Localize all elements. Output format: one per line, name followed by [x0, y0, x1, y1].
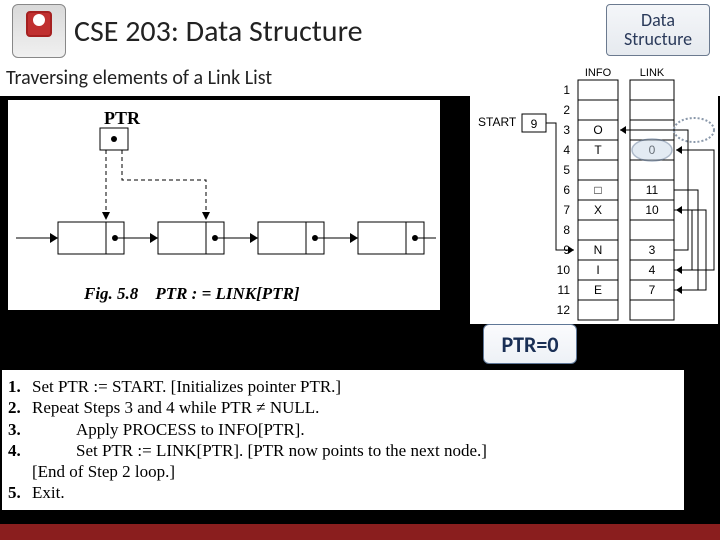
node-1 [58, 222, 158, 254]
link-cell: 10 [645, 203, 659, 217]
row-num: 8 [563, 223, 570, 237]
row-num: 11 [558, 283, 571, 297]
info-cell: I [596, 263, 599, 277]
row-num: 10 [557, 263, 571, 277]
row-num: 1 [563, 83, 570, 97]
content-area: INFO LINK [0, 96, 720, 524]
array-table-diagram: INFO LINK [470, 62, 718, 324]
footer-bar [0, 524, 720, 540]
alg-step: 4.Set PTR := LINK[PTR]. [PTR now points … [8, 440, 676, 461]
row-num: 5 [563, 163, 570, 177]
start-value: 9 [531, 117, 538, 131]
table-grid [578, 80, 674, 320]
row-num: 2 [563, 103, 570, 117]
link-cell: 3 [649, 243, 656, 257]
row-num: 7 [563, 203, 570, 217]
ptr-value-pill: PTR=0 [483, 324, 577, 364]
alg-step: 2.Repeat Steps 3 and 4 while PTR ≠ NULL. [8, 397, 676, 418]
info-cell: X [594, 203, 602, 217]
figure-number: Fig. 5.8 [84, 284, 138, 303]
info-cell: E [594, 283, 602, 297]
node-3 [258, 222, 358, 254]
col-header-info: INFO [585, 67, 612, 79]
figure-equation: PTR : = LINK[PTR] [155, 284, 299, 303]
alg-step-end: [End of Step 2 loop.] [8, 461, 676, 482]
node-4 [358, 222, 436, 254]
row-num: 12 [557, 303, 571, 317]
header-bar: CSE 203: Data Structure Data Structure [0, 0, 720, 62]
start-label: START [478, 115, 517, 129]
university-logo-icon [12, 4, 66, 58]
info-cell: O [593, 123, 602, 137]
algorithm-steps: 1.Set PTR := START. [Initializes pointer… [2, 370, 684, 510]
topic-badge: Data Structure [606, 4, 710, 56]
row-num: 3 [563, 123, 570, 137]
current-link-highlight-icon [632, 139, 672, 161]
alg-step: 5.Exit. [8, 482, 676, 503]
link-cell: 11 [646, 183, 659, 197]
linked-list-figure: PTR [8, 100, 440, 310]
row-num: 4 [563, 143, 570, 157]
info-cell: N [594, 243, 603, 257]
link-cell: 7 [649, 283, 656, 297]
figure-caption: Fig. 5.8 PTR : = LINK[PTR] [84, 284, 300, 304]
info-cell: □ [594, 183, 601, 197]
ptr-label: PTR [104, 108, 140, 129]
link-cell: 4 [649, 263, 656, 277]
row-num: 6 [563, 183, 570, 197]
alg-step: 1.Set PTR := START. [Initializes pointer… [8, 376, 676, 397]
node-2 [158, 222, 258, 254]
alg-step: 3.Apply PROCESS to INFO[PTR]. [8, 419, 676, 440]
info-cell: T [594, 143, 602, 157]
slide-title: CSE 203: Data Structure [74, 13, 363, 50]
col-header-link: LINK [640, 67, 665, 79]
